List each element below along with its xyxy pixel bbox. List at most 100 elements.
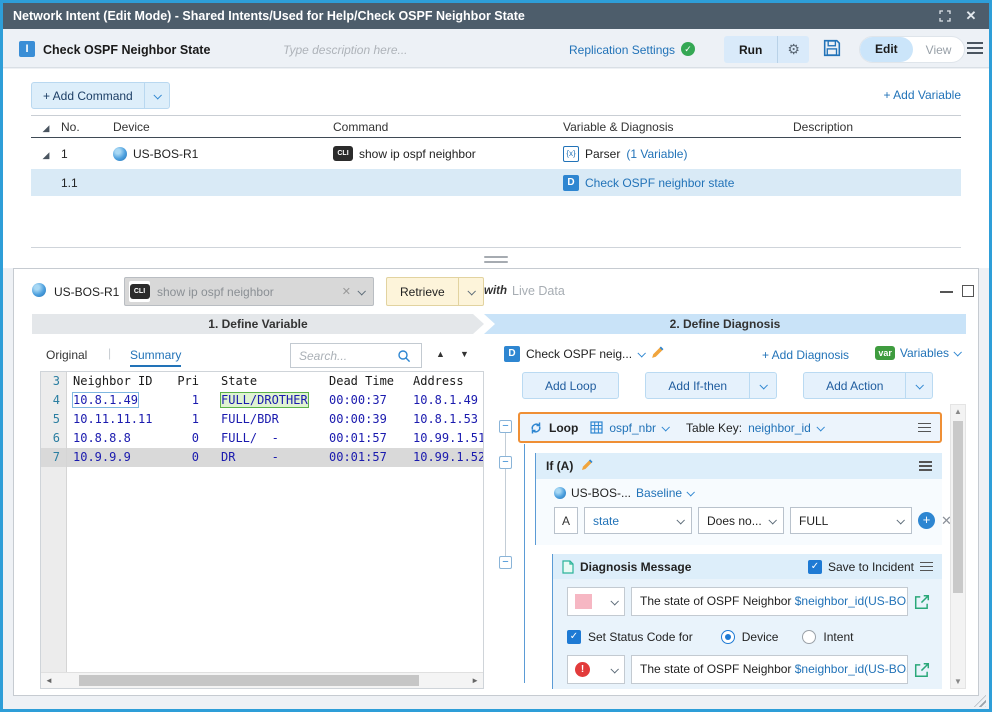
- add-action-chevron[interactable]: [906, 373, 932, 398]
- command-pane: + Add Command + Add Variable ◢ No. Devic…: [3, 69, 989, 250]
- set-status-code-checkbox[interactable]: ✓: [567, 630, 581, 644]
- diagnosis-icon: D: [563, 175, 579, 191]
- scroll-right-icon[interactable]: ►: [471, 676, 479, 685]
- diagnosis-link[interactable]: Check OSPF neighbor state: [585, 176, 734, 190]
- minimize-pane-icon[interactable]: [940, 291, 953, 293]
- diagnosis-selector[interactable]: D Check OSPF neig...: [504, 345, 665, 363]
- save-icon[interactable]: [823, 39, 841, 60]
- scroll-down-icon[interactable]: ▼: [954, 677, 962, 686]
- save-to-incident-checkbox[interactable]: ✓: [808, 560, 822, 574]
- col-dead-time: 00:01:57: [329, 429, 413, 448]
- loop-table-select[interactable]: ospf_nbr: [609, 421, 656, 435]
- message-text-input[interactable]: The state of OSPF Neighbor $neighbor_id(…: [631, 587, 908, 616]
- baseline-select[interactable]: Baseline: [636, 486, 682, 500]
- row-collapse-icon[interactable]: ◢: [43, 150, 50, 160]
- selected-variable-value[interactable]: 10.8.1.49: [73, 393, 138, 407]
- resize-grip[interactable]: [974, 695, 986, 707]
- table-key-chevron[interactable]: [816, 423, 824, 431]
- radio-device[interactable]: [721, 630, 735, 644]
- search-input[interactable]: [297, 348, 397, 364]
- edit-view-toggle: Edit View: [859, 36, 965, 63]
- tab-summary[interactable]: Summary: [130, 348, 181, 367]
- status-text-input[interactable]: The state of OSPF Neighbor $neighbor_id(…: [631, 655, 908, 684]
- tab-original[interactable]: Original: [46, 348, 87, 362]
- row-no: 1: [61, 147, 113, 161]
- view-toggle[interactable]: View: [913, 43, 965, 57]
- parser-variable-count[interactable]: (1 Variable): [626, 147, 687, 161]
- table-row[interactable]: ◢ 1 US-BOS-R1 CLI show ip ospf neighbor …: [31, 138, 961, 169]
- severity-color-select[interactable]: [567, 587, 625, 616]
- run-settings-gear-icon[interactable]: ⚙: [778, 36, 809, 63]
- edit-toggle[interactable]: Edit: [860, 37, 913, 62]
- variables-dropdown[interactable]: var Variables: [875, 346, 960, 360]
- add-action-label[interactable]: Add Action: [804, 373, 905, 398]
- retrieve-chevron[interactable]: [459, 278, 483, 305]
- highlighted-state-value[interactable]: FULL/DROTHER: [221, 393, 308, 407]
- search-icon[interactable]: [397, 349, 411, 363]
- step-define-variable[interactable]: 1. Define Variable: [32, 314, 484, 334]
- fullscreen-icon[interactable]: [937, 8, 953, 24]
- replication-settings-link[interactable]: Replication Settings: [569, 43, 675, 57]
- edit-pencil-icon[interactable]: [650, 345, 665, 363]
- collapse-if-icon[interactable]: −: [499, 456, 512, 469]
- collapse-all-icon[interactable]: ◢: [43, 123, 50, 133]
- window-title: Network Intent (Edit Mode) - Shared Inte…: [13, 9, 927, 23]
- expand-editor-icon[interactable]: [914, 594, 930, 610]
- table-key-select[interactable]: neighbor_id: [748, 421, 811, 435]
- add-if-then-chevron[interactable]: [750, 373, 776, 398]
- radio-intent[interactable]: [802, 630, 816, 644]
- menu-icon[interactable]: [967, 42, 983, 57]
- diagnosis-canvas: − − − Loop ospf_nbr: [496, 404, 946, 689]
- cli-icon: CLI: [130, 284, 150, 299]
- data-source-label: Live Data: [512, 284, 565, 298]
- col-address: 10.99.1.52: [413, 448, 484, 467]
- add-variable-link[interactable]: + Add Variable: [883, 88, 961, 102]
- run-button[interactable]: Run: [724, 36, 777, 63]
- set-status-code-label: Set Status Code for: [588, 630, 693, 644]
- expand-editor-icon[interactable]: [914, 662, 930, 678]
- scrollbar-thumb[interactable]: [79, 675, 419, 686]
- maximize-pane-icon[interactable]: [962, 285, 974, 297]
- command-chevron-icon[interactable]: [357, 287, 365, 295]
- retrieve-button[interactable]: Retrieve: [387, 278, 458, 305]
- collapse-loop-icon[interactable]: −: [499, 420, 512, 433]
- if-menu-icon[interactable]: [919, 459, 932, 474]
- description-input[interactable]: Type description here...: [283, 43, 408, 57]
- command-select[interactable]: CLI show ip ospf neighbor ✕: [124, 277, 374, 306]
- clear-command-icon[interactable]: ✕: [342, 285, 351, 298]
- radio-device-label: Device: [742, 630, 779, 644]
- add-command-chevron[interactable]: [145, 83, 169, 108]
- device-name: US-BOS-R1: [133, 147, 198, 161]
- add-diagnosis-link[interactable]: + Add Diagnosis: [762, 348, 849, 362]
- condition-operator-select[interactable]: Does no...: [698, 507, 784, 534]
- parser-label[interactable]: Parser: [585, 147, 620, 161]
- add-if-then-label[interactable]: Add If-then: [646, 373, 749, 398]
- condition-value-select[interactable]: FULL: [790, 507, 912, 534]
- baseline-chevron[interactable]: [687, 488, 695, 496]
- search-next-icon[interactable]: ▼: [460, 349, 469, 359]
- col-pri: 1: [173, 391, 199, 410]
- table-icon: [590, 421, 603, 434]
- status-severity-select[interactable]: !: [567, 655, 625, 684]
- add-command-label[interactable]: + Add Command: [32, 83, 144, 108]
- loop-table-chevron[interactable]: [661, 423, 669, 431]
- collapse-message-icon[interactable]: −: [499, 556, 512, 569]
- search-prev-icon[interactable]: ▲: [436, 349, 445, 359]
- add-loop-button[interactable]: Add Loop: [522, 372, 619, 399]
- pane-splitter-handle[interactable]: [3, 250, 989, 268]
- code-line-highlighted[interactable]: 7 10.9.9.9 0 DR - 00:01:57 10.99.1.52 Tu…: [41, 448, 483, 467]
- scroll-left-icon[interactable]: ◄: [45, 676, 53, 685]
- scrollbar-thumb[interactable]: [953, 421, 963, 593]
- header-description: Description: [793, 120, 961, 134]
- condition-variable-select[interactable]: state: [584, 507, 692, 534]
- step-define-diagnosis[interactable]: 2. Define Diagnosis: [484, 314, 966, 334]
- scroll-up-icon[interactable]: ▲: [954, 407, 962, 416]
- table-row-selected[interactable]: 1.1 D Check OSPF neighbor state: [31, 169, 961, 196]
- add-loop-label[interactable]: Add Loop: [523, 373, 618, 398]
- loop-menu-icon[interactable]: [918, 420, 931, 435]
- edit-if-pencil-icon[interactable]: [580, 458, 594, 475]
- close-icon[interactable]: ✕: [963, 8, 979, 24]
- message-menu-icon[interactable]: [920, 559, 933, 574]
- add-condition-icon[interactable]: +: [918, 512, 935, 529]
- loop-icon: [529, 421, 543, 435]
